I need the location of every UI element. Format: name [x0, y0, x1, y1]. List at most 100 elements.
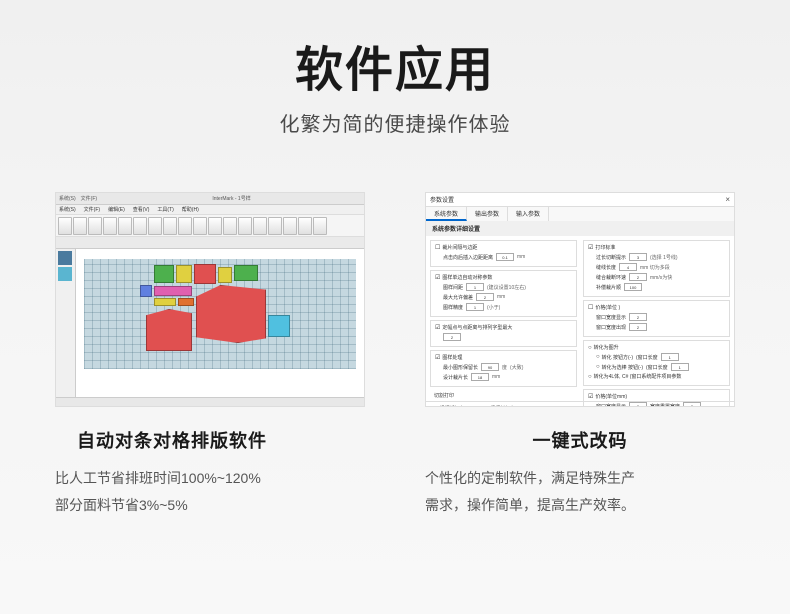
menu-item[interactable]: 编辑(E) — [108, 206, 125, 213]
color-swatch[interactable] — [58, 267, 72, 281]
param-label: 补偿裁片顺 — [596, 284, 621, 291]
cad-statusbar — [56, 397, 364, 407]
checkbox[interactable]: 价格(单位 ) — [588, 304, 725, 311]
radio[interactable]: 转化为4L体, C# (窗口系统配件项目参数 — [588, 373, 725, 380]
tool-button[interactable] — [88, 217, 102, 235]
radio-print-by-length[interactable]: 根据长打印 — [485, 405, 516, 407]
menu-item[interactable]: 工具(T) — [157, 206, 173, 213]
tool-button[interactable] — [208, 217, 222, 235]
param-unit: mm — [497, 294, 505, 300]
tool-button[interactable] — [148, 217, 162, 235]
dialog-left-column: 裁片间隔与边距 点击向后插入边距距离 0.1 mm 图样单边自动对称参数 图样间… — [430, 240, 577, 397]
param-input[interactable]: 2 — [629, 273, 647, 281]
pattern-piece[interactable] — [154, 286, 192, 296]
tool-button[interactable] — [298, 217, 312, 235]
tool-button[interactable] — [283, 217, 297, 235]
marker-layout — [84, 259, 356, 369]
menu-item[interactable]: 查看(V) — [133, 206, 150, 213]
param-input[interactable]: 3 — [629, 253, 647, 261]
tool-button[interactable] — [268, 217, 282, 235]
tool-button[interactable] — [313, 217, 327, 235]
checkbox[interactable]: 定幅点与点距离与排列字型最大 — [435, 324, 572, 331]
param-row: 缝合裁断环速 2 mm/s为快 — [588, 273, 725, 281]
tool-button[interactable] — [253, 217, 267, 235]
param-hint: (大致) — [510, 364, 523, 371]
tool-button[interactable] — [178, 217, 192, 235]
pattern-piece[interactable] — [154, 265, 174, 283]
tab-output-params[interactable]: 输出参数 — [467, 207, 508, 221]
cad-menubar: 系统(S) 文件(F) 编辑(E) 查看(V) 工具(T) 帮助(H) — [56, 205, 364, 215]
pattern-piece[interactable] — [146, 309, 192, 351]
group-fixwidth: 定幅点与点距离与排列字型最大 2 — [430, 320, 577, 347]
param-unit: 度 — [502, 364, 507, 371]
param-label: 图样间距 — [443, 284, 463, 291]
tool-button[interactable] — [103, 217, 117, 235]
radio-print-by-paper[interactable]: 根据纸打印 — [434, 405, 465, 407]
pattern-piece[interactable] — [194, 264, 216, 284]
pattern-piece[interactable] — [176, 265, 192, 283]
param-input[interactable]: 2 — [476, 293, 494, 301]
param-input[interactable]: 1 — [671, 363, 689, 371]
tool-button[interactable] — [133, 217, 147, 235]
pattern-piece[interactable] — [196, 285, 266, 343]
tab-system-params[interactable]: 系统参数 — [426, 207, 467, 221]
cad-body — [56, 249, 364, 397]
param-input[interactable]: 1 — [661, 353, 679, 361]
radio[interactable]: 转化为选棒 按钮(-) — [596, 364, 643, 371]
tool-button[interactable] — [73, 217, 87, 235]
menu-item[interactable]: 文件(F) — [84, 206, 100, 213]
param-row: 最大允许偏差 2 mm — [435, 293, 572, 301]
tab-input-params[interactable]: 输入参数 — [508, 207, 549, 221]
close-icon[interactable]: × — [725, 195, 730, 204]
pattern-piece[interactable] — [178, 298, 194, 306]
group-label: 裁片间隔与边距 — [435, 244, 572, 251]
cad-canvas[interactable] — [76, 249, 364, 397]
param-label: 缝合裁断环速 — [596, 274, 626, 281]
menu-item[interactable]: 系统(S) — [59, 206, 76, 213]
param-input[interactable]: 1 — [466, 303, 484, 311]
pattern-piece[interactable] — [268, 315, 290, 337]
param-input[interactable]: 18 — [471, 373, 489, 381]
param-input[interactable]: 100 — [624, 283, 642, 291]
radio[interactable]: 转化 按钮方(-) — [596, 354, 633, 361]
param-input[interactable]: 90 — [481, 363, 499, 371]
group-pattern-process: 图样处理 最小图形保留长 90 度 (大致) 设计裁片长 18 mm — [430, 350, 577, 387]
param-label: 过长切断提示 — [596, 254, 626, 261]
param-input[interactable]: 2 — [629, 323, 647, 331]
checkbox[interactable]: 价格(单位mm) — [588, 393, 725, 400]
tool-button[interactable] — [238, 217, 252, 235]
tool-button[interactable] — [58, 217, 72, 235]
pattern-piece[interactable] — [140, 285, 152, 297]
color-swatch[interactable] — [58, 251, 72, 265]
param-label: 窗口宽度出现 — [596, 324, 626, 331]
param-row: 转化为选棒 按钮(-) (窗口长度 1 — [588, 363, 725, 371]
checkbox[interactable]: 图样单边自动对称参数 — [435, 274, 572, 281]
menu-item[interactable]: 帮助(H) — [182, 206, 199, 213]
group-gap-margin: 裁片间隔与边距 点击向后插入边距距离 0.1 mm — [430, 240, 577, 267]
tool-button[interactable] — [223, 217, 237, 235]
pattern-piece[interactable] — [218, 267, 232, 283]
param-row: 转化 按钮方(-) (窗口长度 1 — [588, 353, 725, 361]
param-input[interactable]: 2 — [629, 313, 647, 321]
pattern-piece[interactable] — [234, 265, 258, 281]
radio[interactable]: 转化为图升 — [588, 344, 725, 351]
tool-button[interactable] — [163, 217, 177, 235]
desc-line: 需求，操作简单，提高生产效率。 — [425, 492, 735, 519]
param-hint: (建议设置10左右) — [487, 284, 526, 291]
cad-toolbar — [56, 215, 364, 237]
pattern-piece[interactable] — [154, 298, 176, 306]
param-row: 缝线长度 4 mm 切为多段 — [588, 263, 725, 271]
tool-button[interactable] — [193, 217, 207, 235]
param-input[interactable]: 0.1 — [496, 253, 514, 261]
cards-container: 系统(S) 文件(F) InterMark - 1号样 系统(S) 文件(F) … — [0, 192, 790, 518]
tool-button[interactable] — [118, 217, 132, 235]
group-label: 切割打印 — [434, 392, 573, 399]
param-row: 图样间距 1 (建议设置10左右) — [435, 283, 572, 291]
checkbox[interactable]: 打印标准 — [588, 244, 725, 251]
param-input[interactable]: 1 — [466, 283, 484, 291]
param-unit: mm — [517, 254, 525, 260]
screenshot-dialog: 参数设置 × 系统参数 输出参数 输入参数 系统参数详细设置 裁片间隔与边距 点… — [425, 192, 735, 407]
param-input[interactable]: 2 — [443, 333, 461, 341]
param-input[interactable]: 4 — [619, 263, 637, 271]
checkbox[interactable]: 图样处理 — [435, 354, 572, 361]
